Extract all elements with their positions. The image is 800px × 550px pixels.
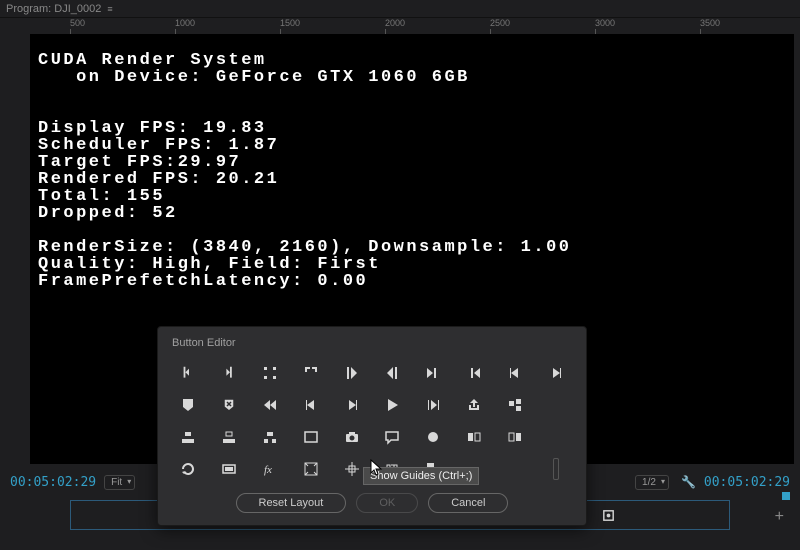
dialog-title: Button Editor — [172, 337, 572, 349]
go-in-icon[interactable] — [335, 359, 368, 387]
empty-cell — [539, 423, 572, 451]
add-button-icon[interactable]: + — [775, 508, 784, 526]
settings-icon[interactable]: 🔧 — [681, 475, 696, 489]
comment-icon[interactable] — [376, 423, 409, 451]
reset-layout-button[interactable]: Reset Layout — [236, 493, 347, 513]
ruler-vertical — [14, 34, 28, 460]
ruler-tick: 2500 — [490, 18, 510, 28]
out-bracket-icon[interactable] — [213, 359, 246, 387]
zoom-dropdown[interactable]: Fit — [104, 475, 135, 490]
ruler-tick: 2000 — [385, 18, 405, 28]
resolution-dropdown[interactable]: 1/2 — [635, 475, 669, 490]
timecode-right[interactable]: 00:05:02:29 — [704, 475, 790, 490]
empty-cell — [539, 391, 572, 419]
camera-icon[interactable] — [335, 423, 368, 451]
loop-icon[interactable] — [172, 455, 205, 483]
step-fwd-icon[interactable] — [539, 359, 572, 387]
overwrite-icon[interactable] — [213, 423, 246, 451]
ruler-tick: 500 — [70, 18, 85, 28]
ruler-tick: 1000 — [175, 18, 195, 28]
button-editor-dialog: Button Editor Reset Layout OK Cancel Sho… — [157, 326, 587, 526]
step-fwd-icon[interactable] — [335, 391, 368, 419]
insert-icon[interactable] — [172, 423, 205, 451]
proxy-icon[interactable] — [213, 455, 246, 483]
snap2-icon[interactable] — [498, 423, 531, 451]
empty-cell — [498, 455, 531, 483]
in-bracket-icon[interactable] — [172, 359, 205, 387]
share-icon[interactable] — [498, 391, 531, 419]
record-icon[interactable] — [417, 423, 450, 451]
fx-icon[interactable] — [254, 455, 287, 483]
play-icon[interactable] — [376, 391, 409, 419]
ruler-tick: 3000 — [595, 18, 615, 28]
ok-button[interactable]: OK — [356, 493, 418, 513]
cancel-button[interactable]: Cancel — [428, 493, 508, 513]
export-icon[interactable] — [458, 391, 491, 419]
snap1-icon[interactable] — [458, 423, 491, 451]
spacer-slot[interactable] — [553, 458, 559, 480]
marker-icon[interactable] — [172, 391, 205, 419]
lift-icon[interactable] — [254, 423, 287, 451]
go-out-icon[interactable] — [376, 359, 409, 387]
ruler-tick: 3500 — [700, 18, 720, 28]
program-title-label: Program: DJI_0002 — [6, 3, 101, 15]
frame-icon[interactable] — [294, 423, 327, 451]
safe-margin-icon[interactable] — [294, 455, 327, 483]
step-back-icon[interactable] — [294, 391, 327, 419]
go-prev-edit-icon[interactable] — [458, 359, 491, 387]
mark-clip-icon[interactable] — [254, 359, 287, 387]
mark-sel-icon[interactable] — [294, 359, 327, 387]
rewind-icon[interactable] — [254, 391, 287, 419]
playhead-marker[interactable] — [782, 492, 790, 500]
cursor-icon — [370, 459, 384, 477]
marker-x-icon[interactable] — [213, 391, 246, 419]
ruler-horizontal: 500 1000 1500 2000 2500 3000 3500 — [30, 18, 796, 34]
go-next-edit-icon[interactable] — [417, 359, 450, 387]
debug-overlay-text: CUDA Render System on Device: GeForce GT… — [30, 34, 794, 308]
snap-button[interactable] — [599, 506, 617, 524]
step-back-icon[interactable] — [498, 359, 531, 387]
panel-menu-icon[interactable]: ≡ — [107, 4, 112, 14]
ruler-tick: 1500 — [280, 18, 300, 28]
timecode-left[interactable]: 00:05:02:29 — [10, 475, 96, 490]
play-in-out-icon[interactable] — [417, 391, 450, 419]
program-monitor-title: Program: DJI_0002 ≡ — [0, 0, 800, 18]
